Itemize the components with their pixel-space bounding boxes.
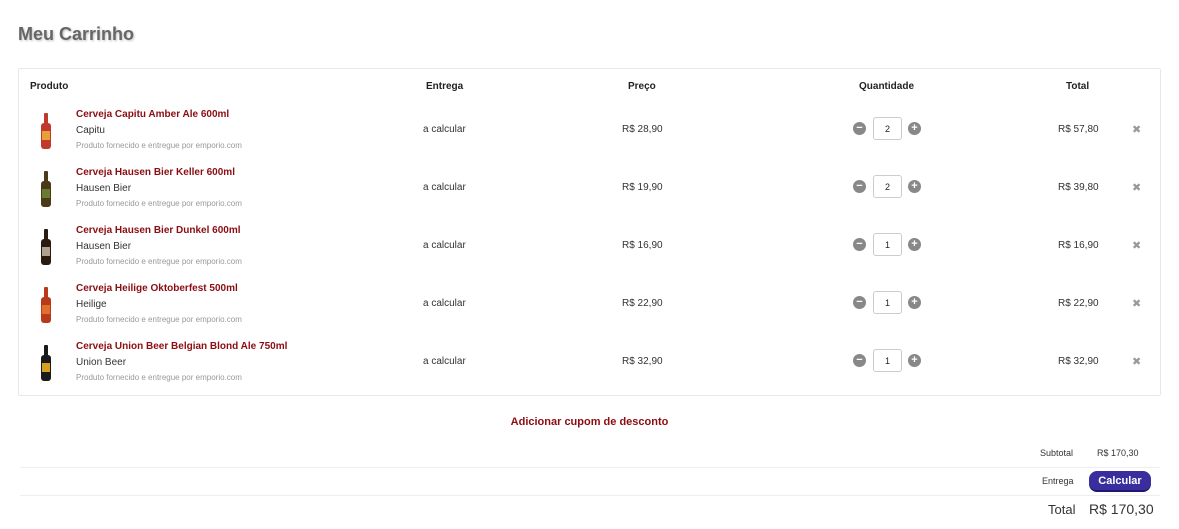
delivery-value: a calcular	[423, 356, 466, 367]
calculate-delivery-button[interactable]: Calcular	[1089, 471, 1151, 492]
subtotal-label: Subtotal	[1040, 448, 1074, 458]
row-total-value: R$ 32,90	[1058, 356, 1099, 367]
delivery-value: a calcular	[423, 124, 466, 135]
product-seller: Produto fornecido e entregue por emporio…	[76, 257, 242, 266]
row-total-value: R$ 22,90	[1058, 298, 1099, 309]
cart-row: Cerveja Capitu Amber Ale 600ml Capitu Pr…	[19, 105, 1160, 163]
plus-circle-icon[interactable]: +	[908, 354, 921, 367]
minus-circle-icon[interactable]: −	[853, 122, 866, 135]
quantity-input[interactable]	[873, 233, 902, 256]
subtotal-value: R$ 170,30	[1097, 448, 1139, 458]
minus-circle-icon[interactable]: −	[853, 296, 866, 309]
price-value: R$ 16,90	[622, 240, 663, 251]
product-image[interactable]	[39, 113, 53, 149]
plus-circle-icon[interactable]: +	[908, 180, 921, 193]
cart-row: Cerveja Heilige Oktoberfest 500ml Heilig…	[19, 279, 1160, 337]
price-value: R$ 32,90	[622, 356, 663, 367]
header-produto: Produto	[30, 81, 69, 92]
product-brand: Capitu	[76, 125, 105, 136]
product-brand: Heilige	[76, 299, 107, 310]
row-total-value: R$ 39,80	[1058, 182, 1099, 193]
total-label: Total	[1048, 502, 1076, 517]
product-brand: Hausen Bier	[76, 241, 132, 252]
price-value: R$ 19,90	[622, 182, 663, 193]
minus-circle-icon[interactable]: −	[853, 238, 866, 251]
close-icon[interactable]: ✖	[1132, 181, 1141, 194]
minus-circle-icon[interactable]: −	[853, 354, 866, 367]
divider	[20, 495, 1160, 496]
product-name-link[interactable]: Cerveja Hausen Bier Keller 600ml	[76, 167, 235, 178]
product-name-link[interactable]: Cerveja Hausen Bier Dunkel 600ml	[76, 225, 241, 236]
quantity-input[interactable]	[873, 291, 902, 314]
minus-circle-icon[interactable]: −	[853, 180, 866, 193]
product-image[interactable]	[39, 287, 53, 323]
cart-row: Cerveja Hausen Bier Dunkel 600ml Hausen …	[19, 221, 1160, 279]
quantity-input[interactable]	[873, 117, 902, 140]
cart-row: Cerveja Union Beer Belgian Blond Ale 750…	[19, 337, 1160, 395]
product-image[interactable]	[39, 229, 53, 265]
close-icon[interactable]: ✖	[1132, 239, 1141, 252]
page-title: Meu Carrinho	[18, 24, 135, 44]
product-name-link[interactable]: Cerveja Capitu Amber Ale 600ml	[76, 109, 229, 120]
header-entrega: Entrega	[426, 81, 464, 92]
product-seller: Produto fornecido e entregue por emporio…	[76, 373, 242, 382]
header-quantidade: Quantidade	[859, 81, 915, 92]
delivery-label: Entrega	[1042, 476, 1074, 486]
price-value: R$ 28,90	[622, 124, 663, 135]
product-seller: Produto fornecido e entregue por emporio…	[76, 141, 242, 150]
close-icon[interactable]: ✖	[1132, 297, 1141, 310]
cart-header: Produto Entrega Preço Quantidade Total	[19, 81, 1160, 95]
delivery-value: a calcular	[423, 240, 466, 251]
header-preco: Preço	[628, 81, 656, 92]
delivery-value: a calcular	[423, 298, 466, 309]
product-seller: Produto fornecido e entregue por emporio…	[76, 315, 242, 324]
plus-circle-icon[interactable]: +	[908, 122, 921, 135]
delivery-value: a calcular	[423, 182, 466, 193]
product-seller: Produto fornecido e entregue por emporio…	[76, 199, 242, 208]
total-value: R$ 170,30	[1089, 501, 1154, 517]
product-brand: Hausen Bier	[76, 183, 132, 194]
cart-table: Produto Entrega Preço Quantidade Total C…	[18, 68, 1161, 396]
quantity-input[interactable]	[873, 175, 902, 198]
product-image[interactable]	[39, 345, 53, 381]
plus-circle-icon[interactable]: +	[908, 238, 921, 251]
close-icon[interactable]: ✖	[1132, 355, 1141, 368]
quantity-input[interactable]	[873, 349, 902, 372]
product-name-link[interactable]: Cerveja Union Beer Belgian Blond Ale 750…	[76, 341, 287, 352]
header-total: Total	[1066, 81, 1090, 92]
product-brand: Union Beer	[76, 357, 127, 368]
price-value: R$ 22,90	[622, 298, 663, 309]
cart-row: Cerveja Hausen Bier Keller 600ml Hausen …	[19, 163, 1160, 221]
add-coupon-link[interactable]: Adicionar cupom de desconto	[0, 416, 1179, 428]
product-name-link[interactable]: Cerveja Heilige Oktoberfest 500ml	[76, 283, 238, 294]
close-icon[interactable]: ✖	[1132, 123, 1141, 136]
plus-circle-icon[interactable]: +	[908, 296, 921, 309]
divider	[20, 467, 1160, 468]
row-total-value: R$ 57,80	[1058, 124, 1099, 135]
product-image[interactable]	[39, 171, 53, 207]
row-total-value: R$ 16,90	[1058, 240, 1099, 251]
